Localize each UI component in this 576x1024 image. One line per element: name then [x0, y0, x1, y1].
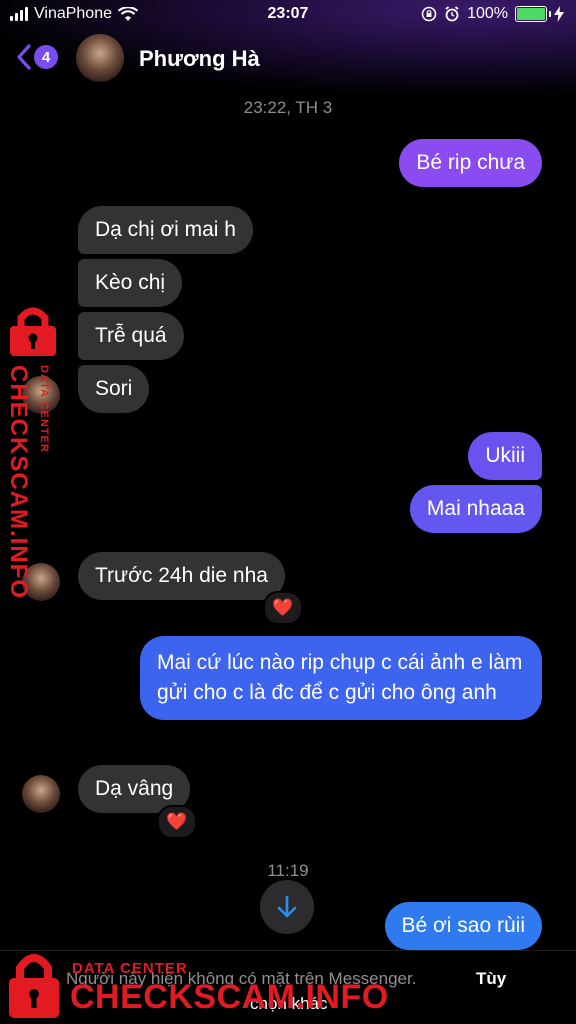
watermark-data-center: DATA CENTER	[72, 960, 188, 977]
message-bubble-outgoing[interactable]: Mai cứ lúc nào rip chụp c cái ảnh e làm …	[140, 636, 542, 720]
reaction-badge[interactable]: ❤️	[263, 591, 303, 625]
scroll-to-bottom-button[interactable]	[260, 880, 314, 934]
alarm-icon	[445, 6, 459, 22]
heart-icon: ❤️	[272, 598, 294, 617]
status-bar: VinaPhone 23:07 100%	[0, 0, 576, 30]
charging-icon	[554, 6, 564, 22]
contact-name[interactable]: Phương Hà	[139, 46, 260, 72]
watermark-checkscam: CHECKSCAM.INFO	[70, 978, 389, 1016]
watermark-side: CHECKSCAM.INFO	[4, 365, 34, 599]
battery-percent: 100%	[467, 5, 508, 22]
unread-count-badge: 4	[34, 45, 58, 69]
message-bubble-incoming[interactable]: Kèo chị	[78, 259, 183, 307]
message-bubble-outgoing[interactable]: Ukiii	[468, 432, 542, 480]
arrow-down-icon	[277, 895, 297, 918]
message-bubble-incoming[interactable]: Trễ quá	[78, 312, 184, 360]
watermark-lock-icon	[9, 954, 59, 1018]
watermark-side-text: CHECKSCAM.INFO	[5, 365, 32, 599]
back-button[interactable]: 4	[16, 44, 58, 70]
sender-avatar[interactable]	[22, 775, 60, 813]
rotation-lock-icon	[421, 6, 437, 22]
footer-divider	[0, 950, 576, 951]
heart-icon: ❤️	[166, 812, 188, 831]
chevron-left-icon	[17, 44, 31, 70]
watermark-side-small: DATA CENTER	[38, 365, 50, 453]
battery-fill	[517, 8, 545, 20]
message-bubble-outgoing[interactable]: Bé rip chưa	[399, 139, 542, 187]
conversation-timestamp: 11:19	[267, 861, 309, 880]
options-link[interactable]: Tùy	[476, 969, 506, 989]
message-bubble-outgoing[interactable]: Bé ơi sao rùii	[384, 902, 542, 950]
contact-avatar[interactable]	[76, 34, 124, 82]
watermark-lock-icon	[10, 307, 56, 356]
message-bubble-outgoing[interactable]: Mai nhaaa	[409, 485, 542, 533]
battery-icon	[515, 6, 551, 22]
status-right: 100%	[421, 5, 564, 23]
message-bubble-incoming[interactable]: Dạ chị ơi mai h	[78, 206, 253, 254]
message-bubble-incoming[interactable]: Sori	[78, 365, 150, 413]
message-bubble-incoming[interactable]: Trước 24h die nha	[78, 552, 285, 600]
conversation-timestamp: 23:22, TH 3	[243, 98, 333, 117]
reaction-badge[interactable]: ❤️	[157, 805, 197, 839]
